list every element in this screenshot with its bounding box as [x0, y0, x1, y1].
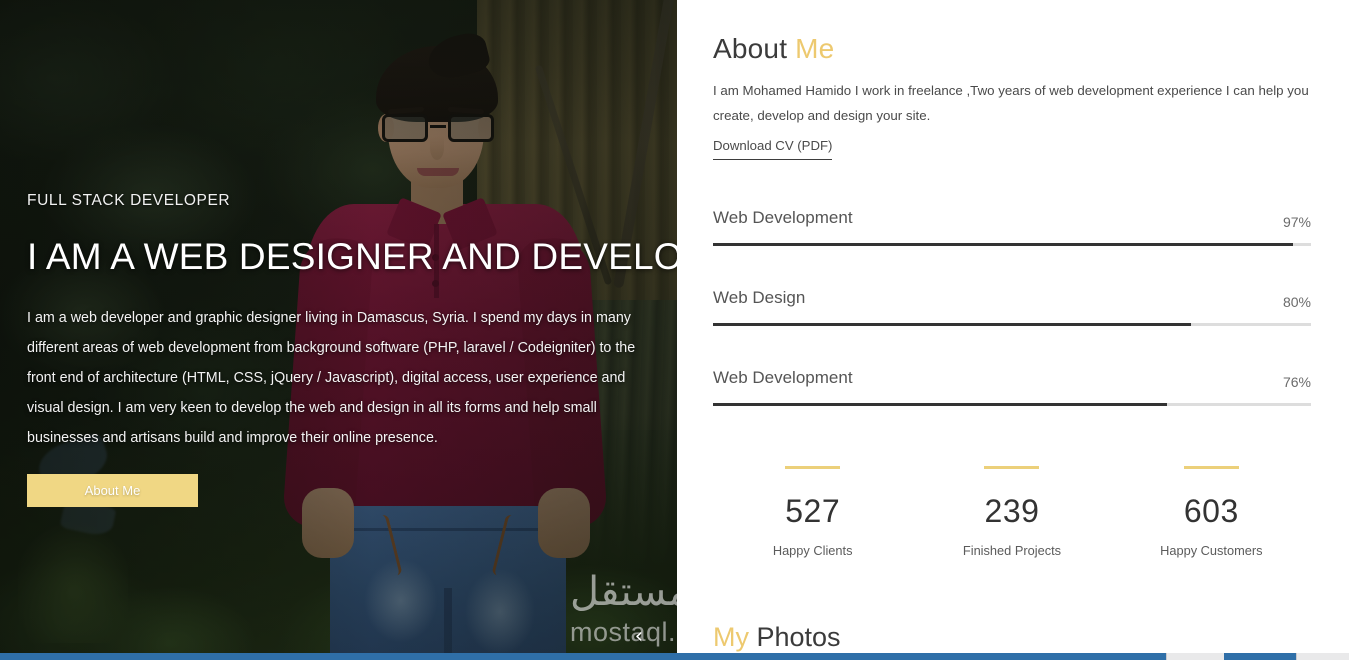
skills-list: Web Development 97% Web Design 80% Web D…: [713, 200, 1311, 440]
hero-content: FULL STACK DEVELOPER I AM A WEB DESIGNER…: [27, 192, 677, 508]
about-paragraph: I am Mohamed Hamido I work in freelance …: [713, 83, 1309, 123]
page-root: FULL STACK DEVELOPER I AM A WEB DESIGNER…: [0, 0, 1349, 660]
photos-title-main: Photos: [749, 622, 841, 652]
counter-label: Finished Projects: [962, 543, 1062, 558]
counter-item: 527 Happy Clients: [713, 466, 912, 558]
counter-label: Happy Clients: [772, 543, 853, 558]
skill-item: Web Development 76%: [713, 360, 1311, 440]
skill-label: Web Development: [713, 368, 853, 387]
skill-label: Web Design: [713, 288, 806, 307]
taskbar-button[interactable]: [1296, 653, 1349, 660]
counter-item: 239 Finished Projects: [912, 466, 1111, 558]
counters-row: 527 Happy Clients 239 Finished Projects …: [713, 466, 1311, 558]
skill-progress-track: [713, 243, 1311, 246]
hero-title: I AM A WEB DESIGNER AND DEVELOPER: [27, 236, 677, 277]
skill-label: Web Development: [713, 208, 853, 227]
hero-subtitle: FULL STACK DEVELOPER: [27, 192, 231, 209]
download-cv-link[interactable]: Download CV (PDF): [713, 138, 833, 160]
photos-section-title: My Photos: [713, 622, 841, 653]
skill-progress-fill: [713, 403, 1168, 406]
counter-value: 239: [984, 493, 1040, 529]
counter-accent-bar: [1183, 466, 1239, 469]
skill-progress-fill: [713, 323, 1192, 326]
skill-percent: 80%: [1282, 294, 1311, 310]
counter-label: Happy Customers: [1160, 543, 1263, 558]
chevron-left-icon[interactable]: ‹: [626, 624, 652, 650]
taskbar-button[interactable]: [1166, 653, 1224, 660]
hero-description: I am a web developer and graphic designe…: [27, 310, 636, 447]
counter-accent-bar: [785, 466, 841, 469]
page-title: About Me: [713, 33, 834, 65]
skill-progress-fill: [713, 243, 1294, 246]
about-panel: About Me I am Mohamed Hamido I work in f…: [677, 0, 1349, 653]
counter-accent-bar: [984, 466, 1040, 469]
skill-progress-track: [713, 323, 1311, 326]
skill-item: Web Design 80%: [713, 280, 1311, 360]
about-me-button[interactable]: About Me: [27, 474, 198, 508]
skill-item: Web Development 97%: [713, 200, 1311, 280]
os-taskbar-strip: [0, 653, 1349, 660]
counter-value: 603: [1183, 493, 1239, 529]
skill-progress-track: [713, 403, 1311, 406]
counter-item: 603 Happy Customers: [1112, 466, 1311, 558]
about-title-main: About: [713, 33, 796, 64]
about-title-accent: Me: [795, 33, 835, 64]
photos-title-accent: My: [713, 622, 749, 652]
counter-value: 527: [785, 493, 841, 529]
skill-percent: 97%: [1282, 214, 1311, 230]
skill-percent: 76%: [1282, 374, 1311, 390]
hero-section: FULL STACK DEVELOPER I AM A WEB DESIGNER…: [0, 0, 677, 653]
